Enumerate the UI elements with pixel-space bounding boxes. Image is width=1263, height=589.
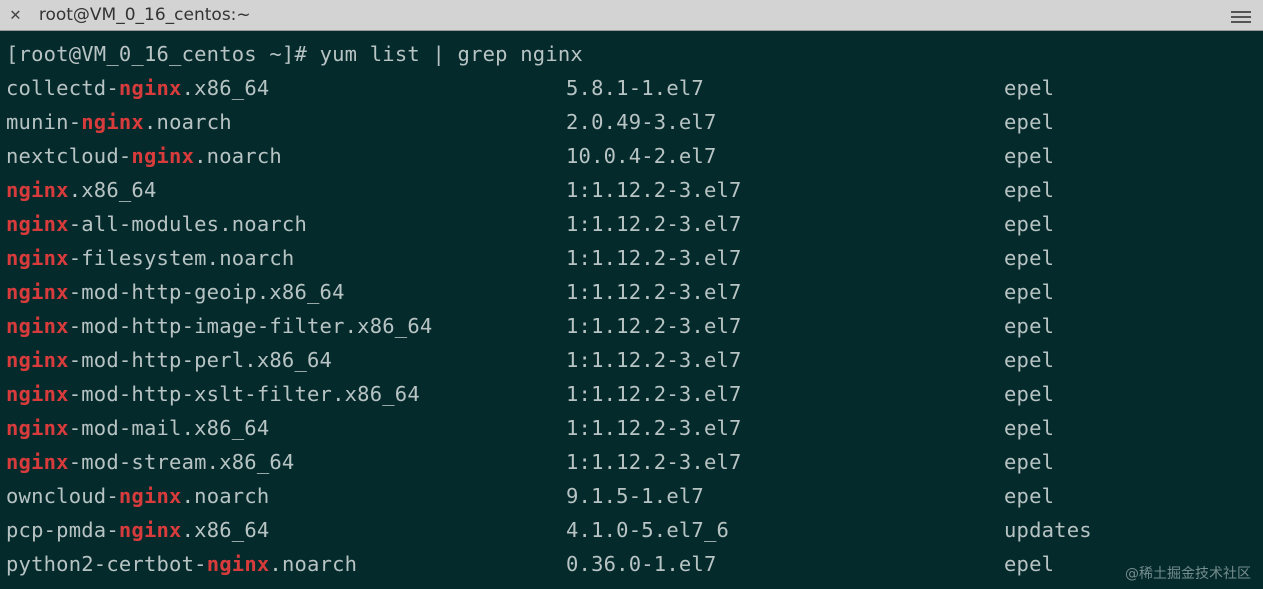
package-repo: epel: [1004, 309, 1257, 343]
package-version: 5.8.1-1.el7: [566, 71, 1004, 105]
package-repo: epel: [1004, 445, 1257, 479]
output-row: nginx-mod-http-xslt-filter.x86_641:1.12.…: [6, 377, 1257, 411]
package-name: nginx.x86_64: [6, 173, 566, 207]
package-name: nginx-all-modules.noarch: [6, 207, 566, 241]
package-name: munin-nginx.noarch: [6, 105, 566, 139]
package-version: 2.0.49-3.el7: [566, 105, 1004, 139]
window-titlebar: ✕ root@VM_0_16_centos:~: [0, 0, 1263, 31]
package-name: nextcloud-nginx.noarch: [6, 139, 566, 173]
prompt: [root@VM_0_16_centos ~]#: [6, 42, 320, 66]
package-repo: epel: [1004, 479, 1257, 513]
package-version: 1:1.12.2-3.el7: [566, 275, 1004, 309]
package-repo: epel: [1004, 241, 1257, 275]
output-row: nginx-mod-http-image-filter.x86_641:1.12…: [6, 309, 1257, 343]
watermark: @稀土掘金技术社区: [1125, 563, 1251, 583]
package-version: 4.1.0-5.el7_6: [566, 513, 1004, 547]
package-version: 1:1.12.2-3.el7: [566, 173, 1004, 207]
close-icon[interactable]: ✕: [10, 6, 21, 24]
output-row: nextcloud-nginx.noarch10.0.4-2.el7epel: [6, 139, 1257, 173]
package-version: 1:1.12.2-3.el7: [566, 343, 1004, 377]
command-text: yum list | grep nginx: [320, 42, 583, 66]
output-row: python2-certbot-nginx.noarch0.36.0-1.el7…: [6, 547, 1257, 581]
package-name: nginx-mod-http-geoip.x86_64: [6, 275, 566, 309]
package-version: 10.0.4-2.el7: [566, 139, 1004, 173]
package-version: 9.1.5-1.el7: [566, 479, 1004, 513]
terminal-body[interactable]: [root@VM_0_16_centos ~]# yum list | grep…: [0, 31, 1263, 581]
package-name: nginx-mod-http-xslt-filter.x86_64: [6, 377, 566, 411]
package-repo: epel: [1004, 411, 1257, 445]
package-repo: epel: [1004, 275, 1257, 309]
package-name: nginx-mod-http-perl.x86_64: [6, 343, 566, 377]
output-row: nginx-mod-http-geoip.x86_641:1.12.2-3.el…: [6, 275, 1257, 309]
package-version: 1:1.12.2-3.el7: [566, 207, 1004, 241]
output-row: pcp-pmda-nginx.x86_644.1.0-5.el7_6update…: [6, 513, 1257, 547]
package-version: 1:1.12.2-3.el7: [566, 241, 1004, 275]
package-version: 1:1.12.2-3.el7: [566, 411, 1004, 445]
output-row: nginx-all-modules.noarch1:1.12.2-3.el7ep…: [6, 207, 1257, 241]
package-name: pcp-pmda-nginx.x86_64: [6, 513, 566, 547]
package-repo: epel: [1004, 71, 1257, 105]
package-repo: epel: [1004, 105, 1257, 139]
package-version: 0.36.0-1.el7: [566, 547, 1004, 581]
output-row: nginx-mod-http-perl.x86_641:1.12.2-3.el7…: [6, 343, 1257, 377]
output-rows: collectd-nginx.x86_645.8.1-1.el7epelmuni…: [6, 71, 1257, 581]
package-name: nginx-mod-mail.x86_64: [6, 411, 566, 445]
window-title: root@VM_0_16_centos:~: [39, 5, 251, 25]
package-version: 1:1.12.2-3.el7: [566, 377, 1004, 411]
package-repo: epel: [1004, 207, 1257, 241]
menu-icon[interactable]: [1231, 8, 1251, 26]
package-version: 1:1.12.2-3.el7: [566, 309, 1004, 343]
output-row: nginx-mod-mail.x86_641:1.12.2-3.el7epel: [6, 411, 1257, 445]
output-row: nginx-filesystem.noarch1:1.12.2-3.el7epe…: [6, 241, 1257, 275]
output-row: nginx.x86_641:1.12.2-3.el7epel: [6, 173, 1257, 207]
output-row: collectd-nginx.x86_645.8.1-1.el7epel: [6, 71, 1257, 105]
package-repo: epel: [1004, 377, 1257, 411]
output-row: owncloud-nginx.noarch9.1.5-1.el7epel: [6, 479, 1257, 513]
package-version: 1:1.12.2-3.el7: [566, 445, 1004, 479]
package-name: nginx-mod-http-image-filter.x86_64: [6, 309, 566, 343]
package-name: nginx-mod-stream.x86_64: [6, 445, 566, 479]
package-name: nginx-filesystem.noarch: [6, 241, 566, 275]
output-row: nginx-mod-stream.x86_641:1.12.2-3.el7epe…: [6, 445, 1257, 479]
output-row: munin-nginx.noarch2.0.49-3.el7epel: [6, 105, 1257, 139]
package-name: collectd-nginx.x86_64: [6, 71, 566, 105]
package-name: python2-certbot-nginx.noarch: [6, 547, 566, 581]
package-repo: epel: [1004, 173, 1257, 207]
prompt-line: [root@VM_0_16_centos ~]# yum list | grep…: [6, 37, 1257, 71]
package-name: owncloud-nginx.noarch: [6, 479, 566, 513]
package-repo: epel: [1004, 343, 1257, 377]
package-repo: epel: [1004, 139, 1257, 173]
package-repo: updates: [1004, 513, 1257, 547]
